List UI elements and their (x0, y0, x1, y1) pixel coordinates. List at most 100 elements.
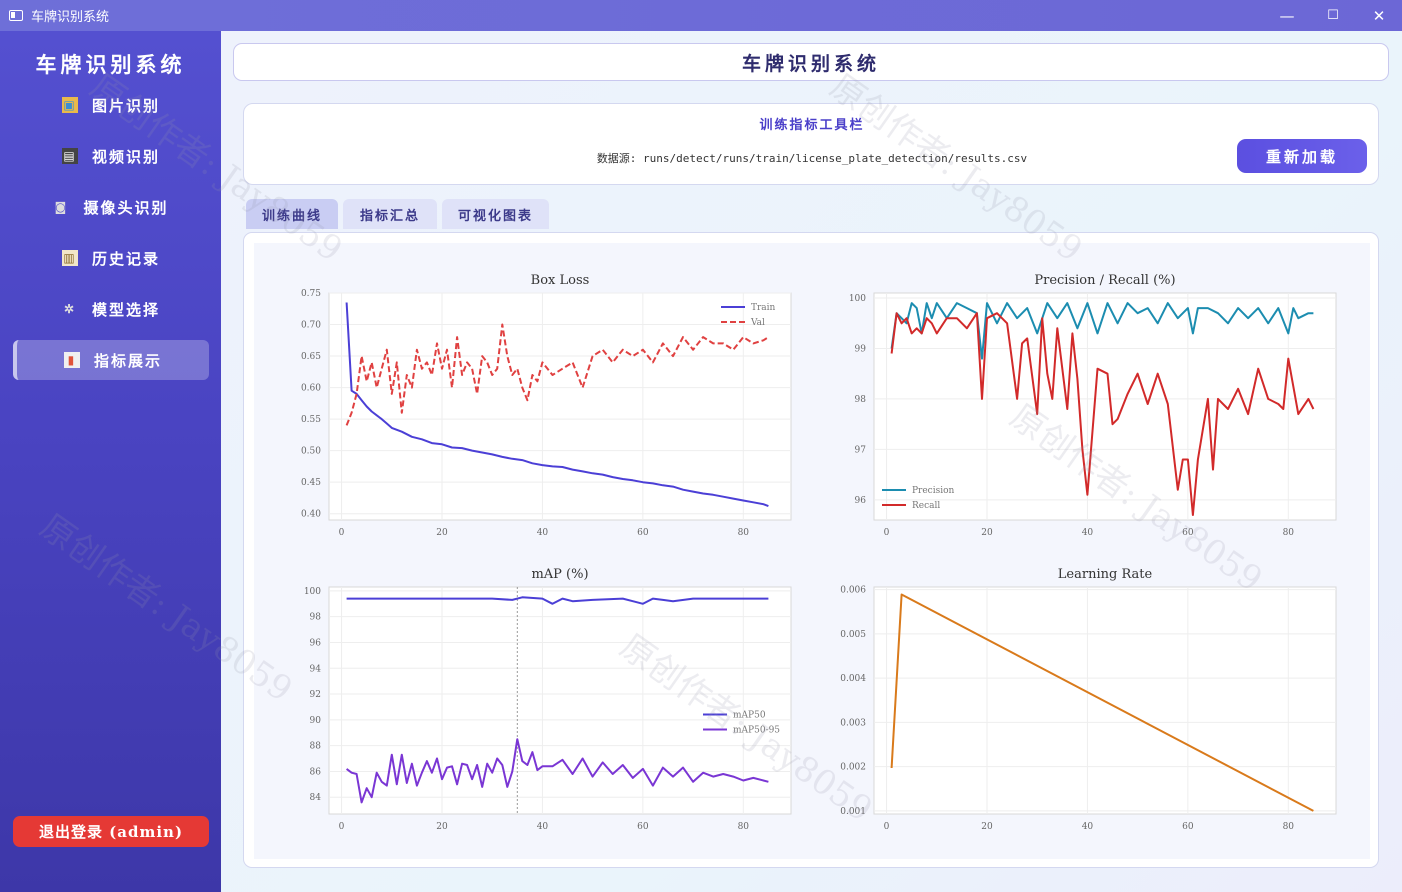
y-tick-label: 98 (310, 613, 322, 623)
x-tick-label: 20 (981, 528, 993, 538)
legend-label: mAP50 (733, 711, 766, 721)
y-tick-label: 86 (310, 767, 322, 777)
tab-metrics-summary[interactable]: 指标汇总 (343, 199, 437, 229)
page-title: 车牌识别系统 (233, 43, 1389, 81)
y-tick-label: 98 (855, 395, 867, 405)
data-source-label: 数据源: runs/detect/runs/train/license_plat… (596, 152, 1028, 165)
x-tick-label: 20 (436, 822, 448, 832)
x-tick-label: 20 (981, 822, 993, 832)
sidebar-item-label: 模型选择 (91, 300, 160, 319)
sidebar-item-label: 历史记录 (91, 249, 160, 268)
y-tick-label: 0.65 (301, 352, 321, 362)
x-tick-label: 60 (1182, 528, 1194, 538)
y-tick-label: 0.006 (840, 586, 866, 596)
y-tick-label: 88 (310, 742, 322, 752)
chart-title: Precision / Recall (%) (1034, 273, 1175, 288)
charts-panel: Box Loss 0 20 40 60 80 0.40 0.45 0.50 0.55 0.60 0.6… (243, 232, 1379, 868)
x-tick-label: 40 (537, 528, 549, 538)
x-tick-label: 0 (884, 528, 890, 538)
y-tick-label: 84 (310, 793, 322, 803)
logout-button[interactable]: 退出登录 (admin) (13, 816, 209, 847)
minimize-button[interactable]: — (1264, 0, 1310, 31)
sidebar-item-camera-recognition[interactable]: ◙ 摄像头识别 (13, 187, 209, 227)
plot-area: Box Loss 0 20 40 60 80 0.40 0.45 0.50 0.55 0.60 0.6… (254, 243, 1370, 859)
sidebar-item-label: 指标展示 (93, 351, 162, 370)
x-tick-label: 0 (339, 822, 345, 832)
y-tick-label: 100 (304, 587, 321, 597)
chart-title: mAP (%) (531, 567, 588, 582)
x-tick-label: 0 (884, 822, 890, 832)
x-tick-label: 80 (738, 528, 750, 538)
sidebar-brand: 车牌识别系统 (35, 52, 186, 77)
chart-title: Learning Rate (1058, 567, 1153, 582)
app-icon (9, 10, 23, 21)
sidebar-item-label: 图片识别 (91, 96, 160, 115)
x-tick-label: 80 (1283, 822, 1295, 832)
close-button[interactable]: ✕ (1356, 0, 1402, 31)
y-tick-label: 0.003 (840, 718, 866, 728)
y-tick-label: 0.50 (301, 447, 321, 457)
x-tick-label: 20 (436, 528, 448, 538)
x-tick-label: 80 (1283, 528, 1295, 538)
y-tick-label: 0.45 (301, 478, 321, 488)
legend-label: mAP50-95 (733, 726, 780, 736)
legend-label: Recall (912, 501, 940, 511)
clapper-icon: ▤ (61, 148, 78, 164)
maximize-button[interactable]: ☐ (1310, 0, 1356, 31)
chart-icon: ▮ (63, 352, 80, 368)
camera-icon: ◙ (54, 200, 69, 214)
y-tick-label: 0.60 (301, 384, 321, 394)
sidebar-item-model-select[interactable]: ✲ 模型选择 (13, 289, 209, 329)
x-tick-label: 60 (1182, 822, 1194, 832)
sidebar-item-video-recognition[interactable]: ▤ 视频识别 (13, 136, 209, 176)
legend-label: Train (751, 303, 776, 313)
window-titlebar: 车牌识别系统 — ☐ ✕ (0, 0, 1402, 31)
chart-0: Box Loss 0 20 40 60 80 0.40 0.45 0.50 0.55 0.60 0.6… (301, 273, 792, 538)
chart-3: Learning Rate 0 20 40 60 80 0.001 0.002 0.003 0.0… (840, 567, 1337, 832)
y-tick-label: 0.55 (301, 415, 321, 425)
sidebar-item-label: 摄像头识别 (83, 198, 169, 217)
chart-axes (328, 292, 792, 521)
gear-icon: ✲ (63, 302, 77, 316)
y-tick-label: 0.004 (840, 674, 866, 684)
y-tick-label: 0.005 (840, 630, 866, 640)
tab-visual-charts[interactable]: 可视化图表 (442, 199, 549, 229)
window-title: 车牌识别系统 (31, 10, 110, 25)
y-tick-label: 0.70 (301, 321, 321, 331)
y-tick-label: 0.40 (301, 510, 321, 520)
legend-label: Precision (912, 486, 955, 496)
y-tick-label: 90 (310, 716, 322, 726)
y-tick-label: 100 (849, 294, 866, 304)
x-tick-label: 60 (637, 528, 649, 538)
chart-title: Box Loss (531, 273, 590, 288)
main-content: 车牌识别系统 训练指标工具栏 数据源: runs/detect/runs/tra… (221, 31, 1402, 892)
y-tick-label: 0.002 (840, 763, 866, 773)
chart-1: Precision / Recall (%) 0 20 40 60 80 96 97 98 99 1… (849, 273, 1337, 538)
reload-button[interactable]: 重新加载 (1237, 139, 1367, 173)
sidebar: 车牌识别系统 ▣ 图片识别 ▤ 视频识别 ◙ 摄像头识别 ▥ 历史记录 ✲ 模型… (0, 31, 221, 892)
sidebar-item-label: 视频识别 (91, 147, 160, 166)
x-tick-label: 40 (1082, 822, 1094, 832)
chart-2: mAP (%) 0 20 40 60 80 84 86 88 90 92 94 96 98 100 mAP50… (304, 567, 792, 832)
sidebar-item-history[interactable]: ▥ 历史记录 (13, 238, 209, 278)
x-tick-label: 0 (339, 528, 345, 538)
legend-label: Val (750, 318, 765, 328)
sidebar-item-metrics[interactable]: ▮ 指标展示 (13, 340, 209, 380)
toolbar-title: 训练指标工具栏 (759, 118, 865, 133)
y-tick-label: 0.001 (840, 807, 866, 817)
charts-figure: Box Loss 0 20 40 60 80 0.40 0.45 0.50 0.55 0.60 0.6… (301, 273, 1337, 832)
x-tick-label: 40 (1082, 528, 1094, 538)
tab-training-curves[interactable]: 训练曲线 (246, 199, 338, 229)
sidebar-item-image-recognition[interactable]: ▣ 图片识别 (13, 85, 209, 125)
y-tick-label: 97 (855, 445, 867, 455)
metrics-toolbar: 训练指标工具栏 数据源: runs/detect/runs/train/lice… (243, 103, 1379, 185)
y-tick-label: 99 (855, 344, 867, 354)
y-tick-label: 96 (310, 638, 322, 648)
x-tick-label: 60 (637, 822, 649, 832)
x-tick-label: 40 (537, 822, 549, 832)
y-tick-label: 94 (310, 664, 322, 674)
image-icon: ▣ (61, 97, 78, 113)
clipboard-icon: ▥ (61, 250, 78, 266)
x-tick-label: 80 (738, 822, 750, 832)
y-tick-label: 0.75 (301, 289, 321, 299)
